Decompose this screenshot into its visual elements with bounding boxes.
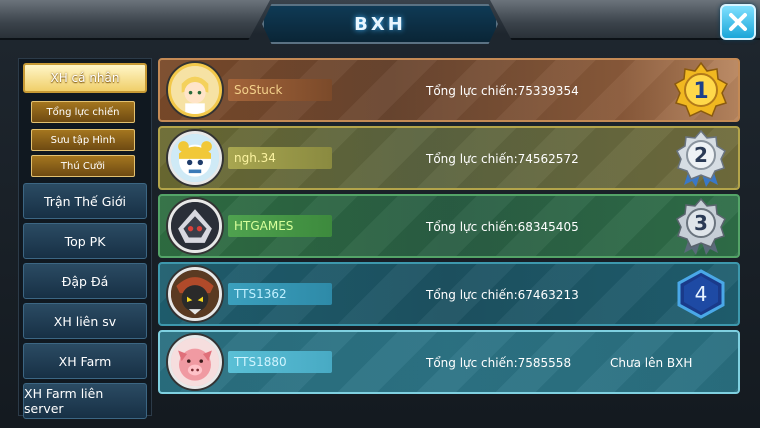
- rank-medal-silver: 2: [672, 129, 730, 187]
- sidebar: XH cá nhân Tổng lực chiến Sưu tập Hình T…: [18, 58, 152, 419]
- rank-medal-gold: 1: [672, 61, 730, 119]
- tab-xh-ca-nhan[interactable]: XH cá nhân: [23, 63, 147, 93]
- tab-xh-lien-sv[interactable]: XH liên sv: [23, 303, 147, 339]
- rank-number: 1: [693, 79, 708, 104]
- close-icon: [729, 13, 747, 31]
- ranking-row-1[interactable]: SoStuck Tổng lực chiến:75339354 1: [158, 58, 740, 122]
- sub-tab-tong-luc-chien[interactable]: Tổng lực chiến: [31, 101, 135, 123]
- ranking-row-2[interactable]: ngh.34 Tổng lực chiến:74562572 2: [158, 126, 740, 190]
- avatar: [168, 63, 222, 117]
- rank-number: 3: [694, 211, 708, 235]
- power-value: Tổng lực chiến:68345405: [426, 220, 579, 234]
- player-name: ngh.34: [228, 147, 332, 169]
- player-name: TTS1362: [228, 283, 332, 305]
- hexagon-rank-icon: 4: [677, 269, 725, 319]
- creature-avatar-icon: [171, 134, 219, 182]
- tab-dap-da[interactable]: Đập Đá: [23, 263, 147, 299]
- ranking-row-4[interactable]: TTS1362 Tổng lực chiến:67463213 4: [158, 262, 740, 326]
- avatar: [168, 335, 222, 389]
- player-name: TTS1880: [228, 351, 332, 373]
- avatar: [168, 267, 222, 321]
- sub-tab-suu-tap-hinh[interactable]: Sưu tập Hình: [31, 129, 135, 151]
- rank-number: 4: [695, 282, 708, 306]
- avatar: [168, 199, 222, 253]
- player-name: HTGAMES: [228, 215, 332, 237]
- player-name: SoStuck: [228, 79, 332, 101]
- close-button[interactable]: [720, 4, 756, 40]
- ranking-row-3[interactable]: HTGAMES Tổng lực chiến:68345405 3: [158, 194, 740, 258]
- gold-medal-icon: 1: [673, 61, 729, 118]
- power-value: Tổng lực chiến:74562572: [426, 152, 579, 166]
- rank-badge-4: 4: [672, 265, 730, 323]
- beast-avatar-icon: [171, 270, 219, 318]
- power-value: Tổng lực chiến:7585558: [426, 356, 572, 370]
- rank-number: 2: [694, 143, 708, 167]
- tab-tran-the-gioi[interactable]: Trận Thế Giới: [23, 183, 147, 219]
- own-ranking-row[interactable]: TTS1880 Tổng lực chiến:7585558 Chưa lên …: [158, 330, 740, 394]
- unranked-status: Chưa lên BXH: [610, 356, 693, 370]
- bronze-medal-icon: 3: [676, 197, 726, 255]
- avatar: [168, 131, 222, 185]
- tab-xh-farm-lien-server[interactable]: XH Farm liên server: [23, 383, 147, 419]
- tab-xh-farm[interactable]: XH Farm: [23, 343, 147, 379]
- dragon-avatar-icon: [171, 202, 219, 250]
- page-title: BXH: [354, 13, 406, 35]
- power-value: Tổng lực chiến:75339354: [426, 84, 579, 98]
- power-value: Tổng lực chiến:67463213: [426, 288, 579, 302]
- pig-avatar-icon: [171, 338, 219, 386]
- rank-medal-bronze: 3: [672, 197, 730, 255]
- silver-medal-icon: 2: [676, 129, 726, 187]
- trainer-avatar-icon: [171, 66, 219, 114]
- ranking-list: SoStuck Tổng lực chiến:75339354 1 ngh.34…: [158, 58, 740, 418]
- frame-top-left: [0, 0, 270, 40]
- sub-tab-thu-cuoi[interactable]: Thú Cưỡi: [31, 155, 135, 177]
- tab-top-pk[interactable]: Top PK: [23, 223, 147, 259]
- title-plate: BXH: [262, 4, 498, 44]
